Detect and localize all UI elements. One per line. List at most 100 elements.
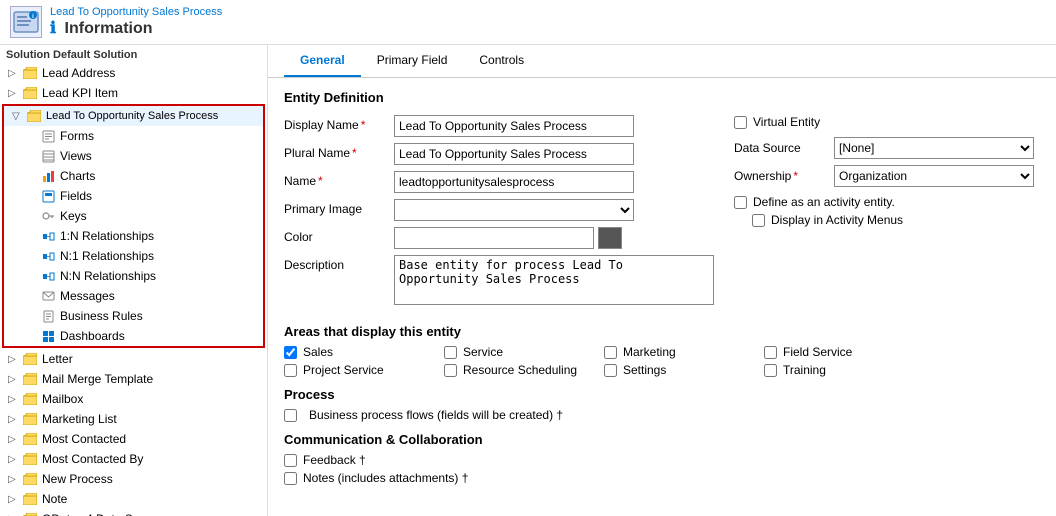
plural-name-input[interactable] [394,143,634,165]
area-field-service-checkbox[interactable] [764,346,777,359]
sidebar-item-lead-address[interactable]: ▷ Lead Address [0,63,267,83]
area-project-service-label: Project Service [303,363,384,377]
color-swatch[interactable] [598,227,622,249]
area-resource-scheduling: Resource Scheduling [444,363,604,377]
tabs-bar: General Primary Field Controls [268,45,1056,78]
primary-image-row: Primary Image [284,199,714,221]
sidebar-item-new-process[interactable]: ▷ New Process [0,469,267,489]
areas-section: Areas that display this entity Sales Ser… [284,324,1040,377]
area-training-checkbox[interactable] [764,364,777,377]
views-icon [40,148,56,164]
sidebar-item-lead-kpi[interactable]: ▷ Lead KPI Item [0,83,267,103]
area-training-label: Training [783,363,826,377]
sidebar-item-odata[interactable]: ▷ OData v4 Data Source [0,509,267,516]
relationship-icon [40,228,56,244]
sidebar-item-label: Mailbox [42,392,83,406]
comm-section: Communication & Collaboration Feedback †… [284,432,1040,485]
sidebar-item-business-rules[interactable]: Business Rules [18,306,263,326]
virtual-entity-row: Virtual Entity [734,115,1040,129]
area-settings: Settings [604,363,764,377]
expand-icon: ▷ [8,354,22,365]
notes-checkbox[interactable] [284,472,297,485]
form-right: Virtual Entity Data Source [None] Owners… [734,115,1040,314]
keys-icon [40,208,56,224]
plural-name-label: Plural Name* [284,143,394,160]
sidebar-item-label: Marketing List [42,412,117,426]
area-training: Training [764,363,924,377]
sidebar-item-forms[interactable]: Forms [18,126,263,146]
sidebar-item-keys[interactable]: Keys [18,206,263,226]
expand-icon: ▷ [8,88,22,99]
area-settings-checkbox[interactable] [604,364,617,377]
sidebar-item-views[interactable]: Views [18,146,263,166]
data-source-select[interactable]: [None] [834,137,1034,159]
area-field-service: Field Service [764,345,924,359]
feedback-checkbox[interactable] [284,454,297,467]
area-service-checkbox[interactable] [444,346,457,359]
sidebar-item-label: Letter [42,352,73,366]
sidebar-item-letter[interactable]: ▷ Letter [0,349,267,369]
sidebar-item-mailbox[interactable]: ▷ Mailbox [0,389,267,409]
sidebar-item-nn-relationships[interactable]: N:N Relationships [18,266,263,286]
sidebar-item-note[interactable]: ▷ Note [0,489,267,509]
areas-grid: Sales Service Marketing Field Servi [284,345,1040,377]
area-sales-checkbox[interactable] [284,346,297,359]
folder-icon [22,411,38,427]
sidebar-item-most-contacted-by[interactable]: ▷ Most Contacted By [0,449,267,469]
plural-name-row: Plural Name* [284,143,714,165]
folder-icon [22,511,38,516]
sidebar-item-n1-relationships[interactable]: N:1 Relationships [18,246,263,266]
expand-icon: ▷ [8,494,22,505]
name-input[interactable] [394,171,634,193]
sidebar-item-label: Lead To Opportunity Sales Process [46,110,218,122]
sidebar-item-charts[interactable]: Charts [18,166,263,186]
sidebar-item-fields[interactable]: Fields [18,186,263,206]
data-source-label: Data Source [734,141,834,155]
area-sales: Sales [284,345,444,359]
process-flows-checkbox[interactable] [284,409,297,422]
ownership-select[interactable]: Organization [834,165,1034,187]
sidebar-item-most-contacted[interactable]: ▷ Most Contacted [0,429,267,449]
sidebar-item-messages[interactable]: Messages [18,286,263,306]
area-marketing-checkbox[interactable] [604,346,617,359]
define-activity-checkbox[interactable] [734,196,747,209]
description-control [394,255,714,308]
info-icon: ℹ [50,20,56,37]
define-activity-label: Define as an activity entity. [753,195,895,209]
area-resource-scheduling-checkbox[interactable] [444,364,457,377]
messages-icon [40,288,56,304]
tab-primary-field[interactable]: Primary Field [361,45,464,77]
sidebar-item-lead-opportunity[interactable]: ▽ Lead To Opportunity Sales Process [4,106,263,126]
color-picker-row [394,227,714,249]
notes-label: Notes (includes attachments) † [303,471,468,485]
display-name-input[interactable] [394,115,634,137]
folder-icon [22,65,38,81]
define-activity-row: Define as an activity entity. [734,195,1040,209]
display-name-row: Display Name* [284,115,714,137]
expand-icon: ▷ [8,434,22,445]
area-service-label: Service [463,345,503,359]
form-area: Entity Definition Display Name* [268,78,1056,501]
process-section: Process Business process flows (fields w… [284,387,1040,422]
virtual-entity-label: Virtual Entity [753,115,820,129]
breadcrumb: Lead To Opportunity Sales Process [50,6,222,18]
tab-general[interactable]: General [284,45,361,77]
area-project-service-checkbox[interactable] [284,364,297,377]
folder-icon [22,371,38,387]
area-settings-label: Settings [623,363,666,377]
sidebar-item-label: Lead KPI Item [42,86,118,100]
sidebar-item-mail-merge[interactable]: ▷ Mail Merge Template [0,369,267,389]
display-activity-checkbox[interactable] [752,214,765,227]
color-input[interactable] [394,227,594,249]
virtual-entity-checkbox[interactable] [734,116,747,129]
sidebar-item-dashboards[interactable]: Dashboards [18,326,263,346]
expand-icon: ▽ [12,111,26,122]
expand-icon: ▷ [8,68,22,79]
sidebar-item-marketing-list[interactable]: ▷ Marketing List [0,409,267,429]
primary-image-select[interactable] [394,199,634,221]
tab-controls[interactable]: Controls [463,45,540,77]
folder-icon [22,471,38,487]
business-rules-icon [40,308,56,324]
description-textarea[interactable] [394,255,714,305]
sidebar-item-1n-relationships[interactable]: 1:N Relationships [18,226,263,246]
